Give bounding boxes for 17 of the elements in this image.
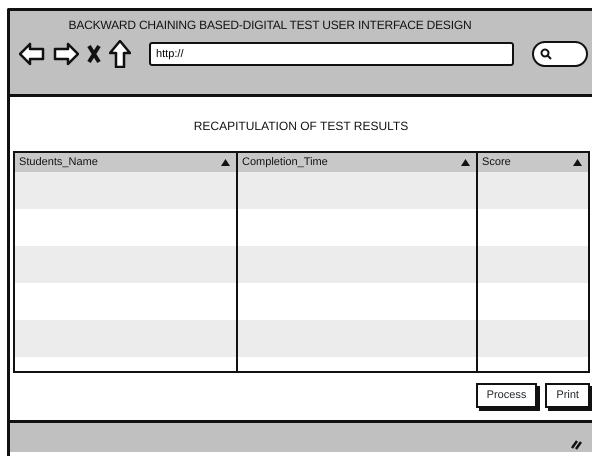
search-field[interactable] [532, 41, 588, 67]
home-icon[interactable] [109, 40, 131, 68]
window-title: BACKWARD CHAINING BASED-DIGITAL TEST USER INTERFACE DESIGN [68, 17, 472, 34]
search-icon [540, 48, 552, 60]
action-button[interactable]: Print [545, 383, 590, 408]
page-title: RECAPITULATION OF TEST RESULTS [194, 119, 408, 133]
sort-icon [461, 159, 470, 166]
sort-icon [573, 159, 582, 166]
column-header[interactable]: Completion_Time [238, 153, 476, 172]
address-field[interactable]: http:// [149, 42, 514, 66]
column-header[interactable]: Students_Name [15, 153, 236, 172]
forward-icon[interactable] [53, 41, 79, 67]
column-header[interactable]: Score [478, 153, 588, 172]
close-icon[interactable] [87, 44, 101, 64]
sort-icon [221, 159, 230, 166]
action-button[interactable]: Process [476, 383, 538, 408]
back-icon[interactable] [19, 41, 45, 67]
